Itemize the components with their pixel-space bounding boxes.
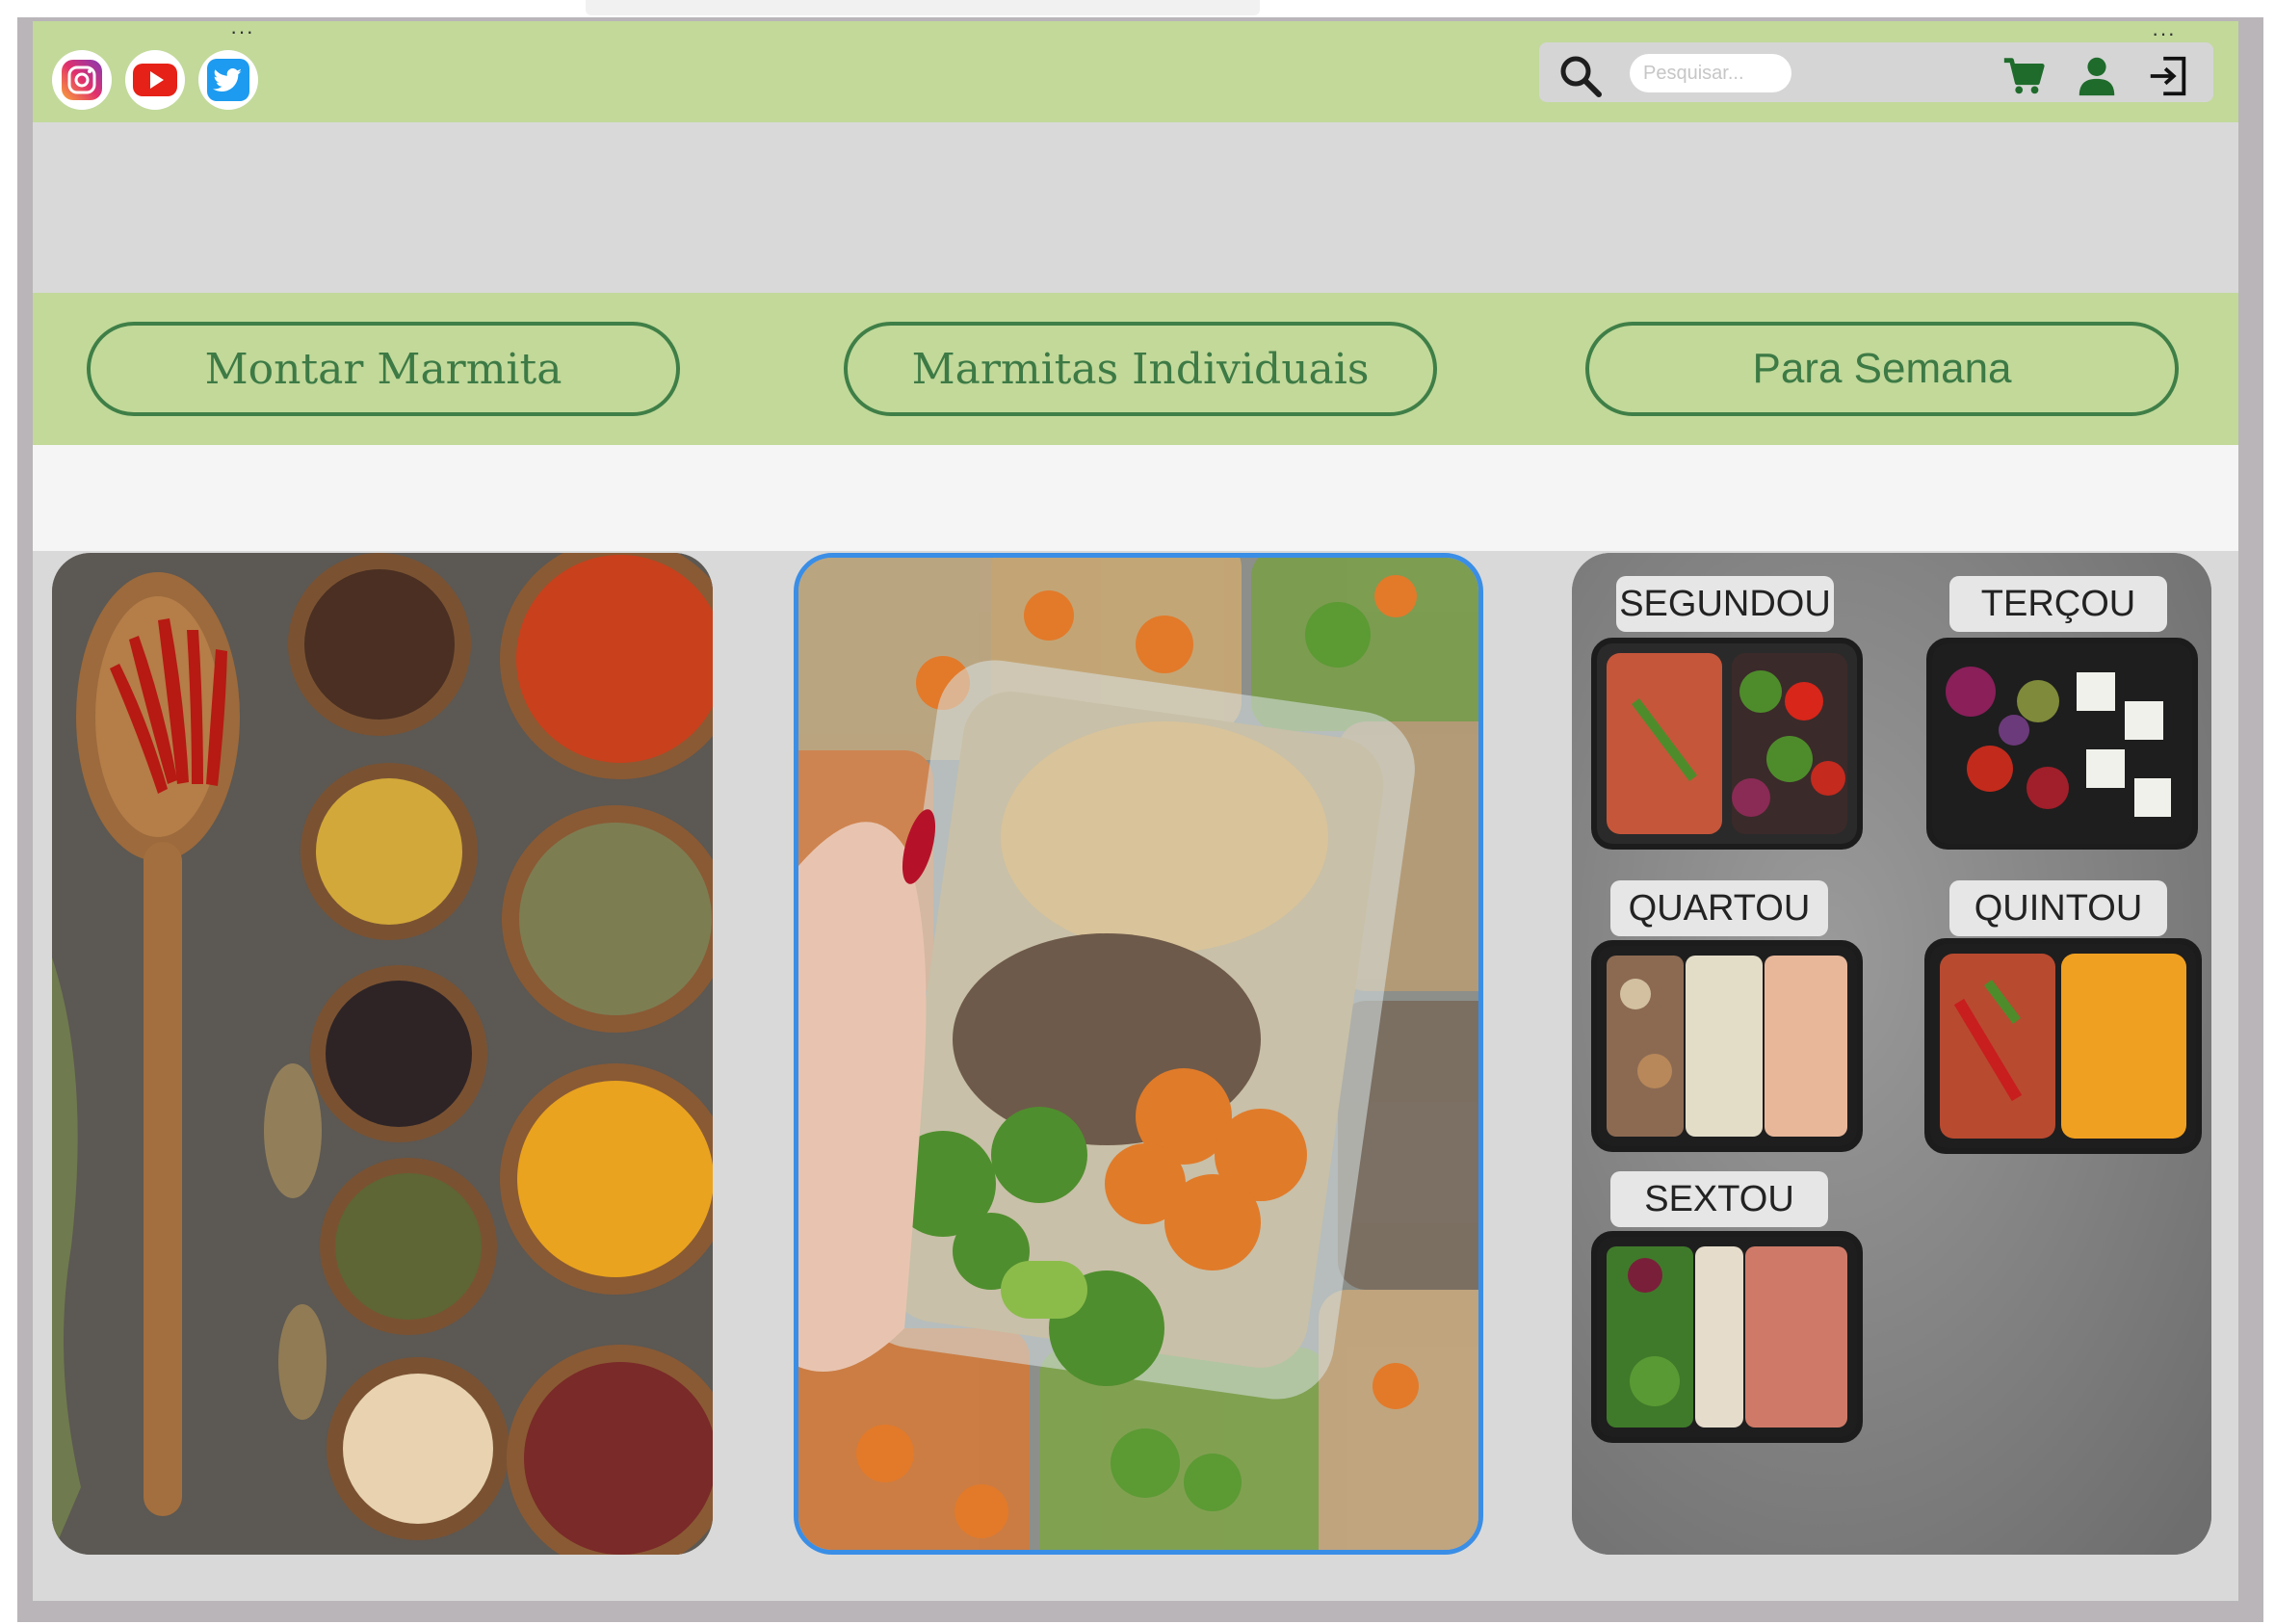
twitter-icon[interactable] xyxy=(198,50,258,110)
browser-tab-ghost xyxy=(586,0,1260,15)
spices-image-card[interactable] xyxy=(52,553,713,1555)
spacer-band xyxy=(33,445,2238,551)
day-label-quintou[interactable]: QUINTOU xyxy=(1949,880,2167,936)
header-bar: ··· ··· xyxy=(33,21,2238,122)
tray-tercou[interactable] xyxy=(1926,638,2198,850)
search-bar: ··· xyxy=(1539,23,2213,102)
tray-segundou-image xyxy=(1597,643,1857,844)
search-input[interactable] xyxy=(1630,54,1791,92)
tray-sextou[interactable] xyxy=(1591,1231,1863,1443)
search-icon[interactable] xyxy=(1556,52,1605,100)
login-icon[interactable] xyxy=(2142,50,2194,102)
day-label-sextou[interactable]: SEXTOU xyxy=(1610,1171,1828,1227)
tray-quintou-image xyxy=(1930,944,2196,1148)
para-semana-button[interactable]: Para Semana xyxy=(1585,322,2179,416)
page: ··· ··· xyxy=(33,21,2238,1601)
tray-segundou[interactable] xyxy=(1591,638,1863,850)
marmitas-individuais-button[interactable]: Marmitas Individuais xyxy=(844,322,1437,416)
tray-quartou[interactable] xyxy=(1591,940,1863,1152)
cart-icon[interactable] xyxy=(1998,50,2050,102)
user-icon[interactable] xyxy=(2071,50,2123,102)
more-dots-icon: ··· xyxy=(230,19,254,43)
week-menu-card: SEGUNDOU TERÇOU QUARTOU QUINTOU SEXTOU xyxy=(1572,553,2211,1555)
marmita-image-card[interactable] xyxy=(794,553,1483,1555)
social-links xyxy=(52,50,258,110)
day-label-tercou[interactable]: TERÇOU xyxy=(1949,576,2167,632)
spices-image xyxy=(52,553,713,1555)
marmita-image xyxy=(798,558,1478,1550)
youtube-icon[interactable] xyxy=(125,50,185,110)
more-dots-icon: ··· xyxy=(2152,21,2176,45)
day-label-quartou[interactable]: QUARTOU xyxy=(1610,880,1828,936)
tray-quartou-image xyxy=(1597,946,1857,1146)
tray-tercou-image xyxy=(1932,643,2192,844)
tray-quintou[interactable] xyxy=(1924,938,2202,1154)
day-label-segundou[interactable]: SEGUNDOU xyxy=(1616,576,1834,632)
category-nav: Montar Marmita Marmitas Individuais Para… xyxy=(33,293,2238,445)
montar-marmita-button[interactable]: Montar Marmita xyxy=(87,322,680,416)
tray-sextou-image xyxy=(1597,1237,1857,1437)
instagram-icon[interactable] xyxy=(52,50,112,110)
